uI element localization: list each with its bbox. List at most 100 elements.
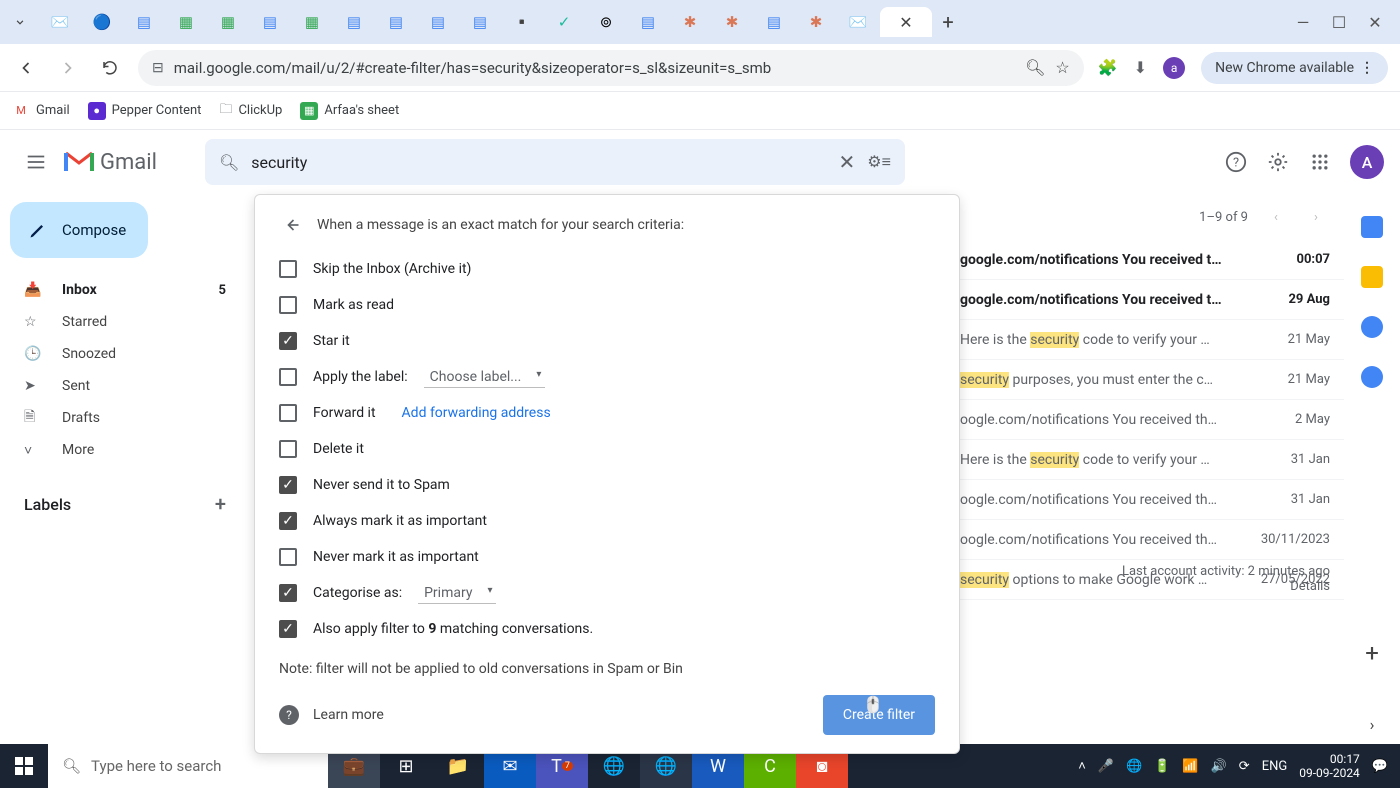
mail-row[interactable]: oogle.com/notifications You received th…… — [960, 400, 1344, 440]
main-menu-button[interactable] — [16, 142, 56, 182]
filter-option-9[interactable]: ✓Categorise as:Primary — [279, 575, 935, 611]
tab-doc3[interactable]: ▤ — [334, 7, 374, 37]
tray-battery-icon[interactable]: 🔋 — [1154, 759, 1170, 774]
mail-row[interactable]: google.com/notifications You received t…… — [960, 280, 1344, 320]
tab-other1[interactable]: ▪️ — [502, 7, 542, 37]
contacts-icon[interactable] — [1361, 366, 1383, 388]
tab-doc4[interactable]: ▤ — [376, 7, 416, 37]
tab-sheet2[interactable]: ▦ — [208, 7, 248, 37]
filter-option-3[interactable]: Apply the label:Choose label... — [279, 359, 935, 395]
filter-also-apply-row[interactable]: ✓ Also apply filter to 9 matching conver… — [279, 611, 935, 647]
tray-mic-icon[interactable]: 🎤 — [1098, 759, 1114, 774]
tab-doc1[interactable]: ▤ — [124, 7, 164, 37]
chrome-profile[interactable]: a — [1163, 57, 1185, 79]
start-button[interactable] — [0, 744, 48, 788]
tab-chatgpt[interactable]: ⊚ — [586, 7, 626, 37]
checkbox[interactable]: ✓ — [279, 476, 297, 494]
search-options-icon[interactable]: ⚙≡ — [867, 152, 891, 172]
mail-row[interactable]: Here is the security code to verify your… — [960, 440, 1344, 480]
forward-button[interactable] — [54, 54, 82, 82]
mail-row[interactable]: oogle.com/notifications You received th…… — [960, 520, 1344, 560]
tab-gmail2[interactable]: ✉️ — [838, 7, 878, 37]
minimize-button[interactable]: — — [1294, 13, 1312, 31]
nav-sent[interactable]: ➤Sent — [10, 370, 240, 402]
tray-sync-icon[interactable]: ⟳ — [1239, 759, 1250, 774]
mail-row[interactable]: google.com/notifications You received t…… — [960, 240, 1344, 280]
tray-lang[interactable]: ENG — [1262, 759, 1288, 774]
tasks-icon[interactable] — [1361, 316, 1383, 338]
search-box[interactable]: 🔍︎ ✕ ⚙≡ — [205, 139, 905, 185]
url-box[interactable]: ⊟ mail.google.com/mail/u/2/#create-filte… — [138, 50, 1084, 86]
bookmark-clickup[interactable]: 🗀ClickUp — [219, 100, 282, 122]
learn-more-link[interactable]: ? Learn more — [279, 705, 384, 725]
maximize-button[interactable]: ☐ — [1330, 13, 1348, 31]
nav-more[interactable]: ˅More — [10, 434, 240, 466]
filter-back-button[interactable] — [279, 213, 303, 237]
filter-option-2[interactable]: ✓Star it — [279, 323, 935, 359]
filter-option-8[interactable]: Never mark it as important — [279, 539, 935, 575]
tab-doc8[interactable]: ▤ — [754, 7, 794, 37]
keep-icon[interactable] — [1361, 266, 1383, 288]
add-panel-button[interactable]: + — [1365, 639, 1379, 667]
mail-row[interactable]: Here is the security code to verify your… — [960, 320, 1344, 360]
clear-search-icon[interactable]: ✕ — [839, 150, 856, 174]
mail-row[interactable]: security purposes, you must enter the c…… — [960, 360, 1344, 400]
collapse-panel-button[interactable]: › — [1370, 715, 1375, 734]
filter-option-4[interactable]: Forward itAdd forwarding address — [279, 395, 935, 431]
forwarding-link[interactable]: Add forwarding address — [402, 405, 551, 421]
mail-row[interactable]: oogle.com/notifications You received th…… — [960, 480, 1344, 520]
tab-pepper[interactable]: 🔵 — [82, 7, 122, 37]
checkbox[interactable] — [279, 548, 297, 566]
select-dropdown[interactable]: Choose label... — [424, 367, 546, 388]
downloads-icon[interactable]: ⬇ — [1134, 58, 1147, 77]
reload-button[interactable] — [96, 54, 124, 82]
tab-doc2[interactable]: ▤ — [250, 7, 290, 37]
tab-active[interactable]: ✕ — [880, 7, 932, 37]
calendar-icon[interactable] — [1361, 216, 1383, 238]
tab-claude3[interactable]: ✱ — [796, 7, 836, 37]
filter-option-7[interactable]: ✓Always mark it as important — [279, 503, 935, 539]
apps-icon[interactable] — [1308, 150, 1332, 174]
tray-wifi-icon[interactable]: 📶 — [1182, 759, 1198, 774]
filter-option-6[interactable]: ✓Never send it to Spam — [279, 467, 935, 503]
nav-snoozed[interactable]: 🕒Snoozed — [10, 338, 240, 370]
nav-inbox[interactable]: 📥Inbox5 — [10, 274, 240, 306]
checkbox[interactable]: ✓ — [279, 584, 297, 602]
next-page-button[interactable]: › — [1304, 205, 1328, 229]
nav-starred[interactable]: ☆Starred — [10, 306, 240, 338]
filter-option-1[interactable]: Mark as read — [279, 287, 935, 323]
bookmark-pepper[interactable]: ●Pepper Content — [88, 102, 202, 120]
tray-globe-icon[interactable]: 🌐 — [1126, 759, 1142, 774]
tab-sheet3[interactable]: ▦ — [292, 7, 332, 37]
filter-option-0[interactable]: Skip the Inbox (Archive it) — [279, 251, 935, 287]
gmail-logo[interactable]: Gmail — [64, 150, 157, 175]
tab-check[interactable]: ✓ — [544, 7, 584, 37]
select-dropdown[interactable]: Primary — [418, 583, 496, 604]
checkbox[interactable] — [279, 296, 297, 314]
checkbox[interactable]: ✓ — [279, 332, 297, 350]
checkbox[interactable] — [279, 404, 297, 422]
tab-doc6[interactable]: ▤ — [460, 7, 500, 37]
tray-expand-icon[interactable]: ˄ — [1078, 758, 1086, 774]
back-button[interactable] — [12, 54, 40, 82]
search-in-page-icon[interactable]: 🔍︎ — [1025, 58, 1045, 77]
checkbox[interactable] — [279, 368, 297, 386]
checkbox[interactable]: ✓ — [279, 512, 297, 530]
bookmark-star-icon[interactable]: ☆ — [1055, 58, 1069, 77]
tray-volume-icon[interactable]: 🔊 — [1211, 759, 1227, 774]
close-window-button[interactable]: ✕ — [1366, 13, 1384, 31]
compose-button[interactable]: Compose — [10, 202, 148, 258]
checkbox-also-apply[interactable]: ✓ — [279, 620, 297, 638]
new-tab-button[interactable]: + — [934, 8, 962, 36]
details-link[interactable]: Details — [1122, 579, 1330, 594]
checkbox[interactable] — [279, 440, 297, 458]
tabs-dropdown[interactable] — [8, 10, 32, 34]
bookmark-sheet[interactable]: ▦Arfaa's sheet — [300, 102, 399, 120]
tray-clock[interactable]: 00:17 09-09-2024 — [1299, 752, 1360, 781]
add-label-button[interactable]: + — [215, 492, 226, 516]
tab-gmail[interactable]: ✉️ — [40, 7, 80, 37]
settings-icon[interactable] — [1266, 150, 1290, 174]
support-icon[interactable]: ? — [1224, 150, 1248, 174]
tab-claude2[interactable]: ✱ — [712, 7, 752, 37]
nav-drafts[interactable]: 🗎Drafts — [10, 402, 240, 434]
